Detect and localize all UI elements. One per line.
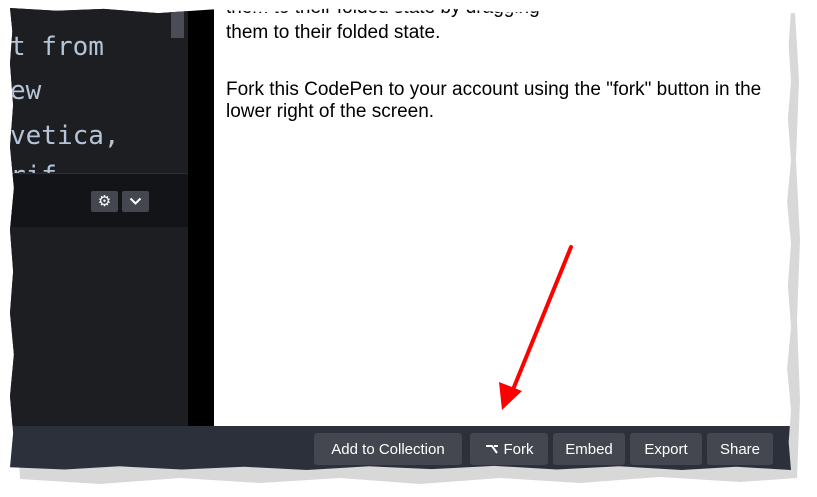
export-button[interactable]: Export xyxy=(630,433,702,465)
share-button[interactable]: Share xyxy=(707,433,773,465)
embed-button[interactable]: Embed xyxy=(553,433,625,465)
footer-bar: Add to Collection Fork Embed Export Shar… xyxy=(10,426,791,470)
chevron-down-icon[interactable] xyxy=(122,191,149,212)
fork-button[interactable]: Fork xyxy=(470,433,548,465)
pane-resizer[interactable] xyxy=(188,8,214,426)
code-editor[interactable]: t from ew vetica, rif xyxy=(10,8,188,173)
fork-icon xyxy=(485,445,498,454)
css-editor-pane: t from ew vetica, rif ⚙ xyxy=(10,8,188,426)
js-panel-header: ⚙ xyxy=(10,173,188,227)
code-line: rif xyxy=(10,163,57,173)
screenshot-crop: t from ew vetica, rif ⚙ them to their fo… xyxy=(10,8,791,470)
js-editor-body[interactable] xyxy=(10,227,188,426)
add-to-collection-button[interactable]: Add to Collection xyxy=(314,433,462,465)
preview-paragraph: Fork this CodePen to your account using … xyxy=(226,79,762,122)
code-line: t from xyxy=(10,32,104,62)
result-preview: them to their folded state by dragging t… xyxy=(214,8,791,426)
fork-button-label: Fork xyxy=(503,440,534,458)
code-line: vetica, xyxy=(10,121,120,151)
code-line: ew xyxy=(10,76,42,106)
editor-scrollbar-thumb[interactable] xyxy=(171,8,184,38)
gear-icon[interactable]: ⚙ xyxy=(91,191,118,212)
preview-paragraph: them to their folded state. xyxy=(226,22,441,43)
